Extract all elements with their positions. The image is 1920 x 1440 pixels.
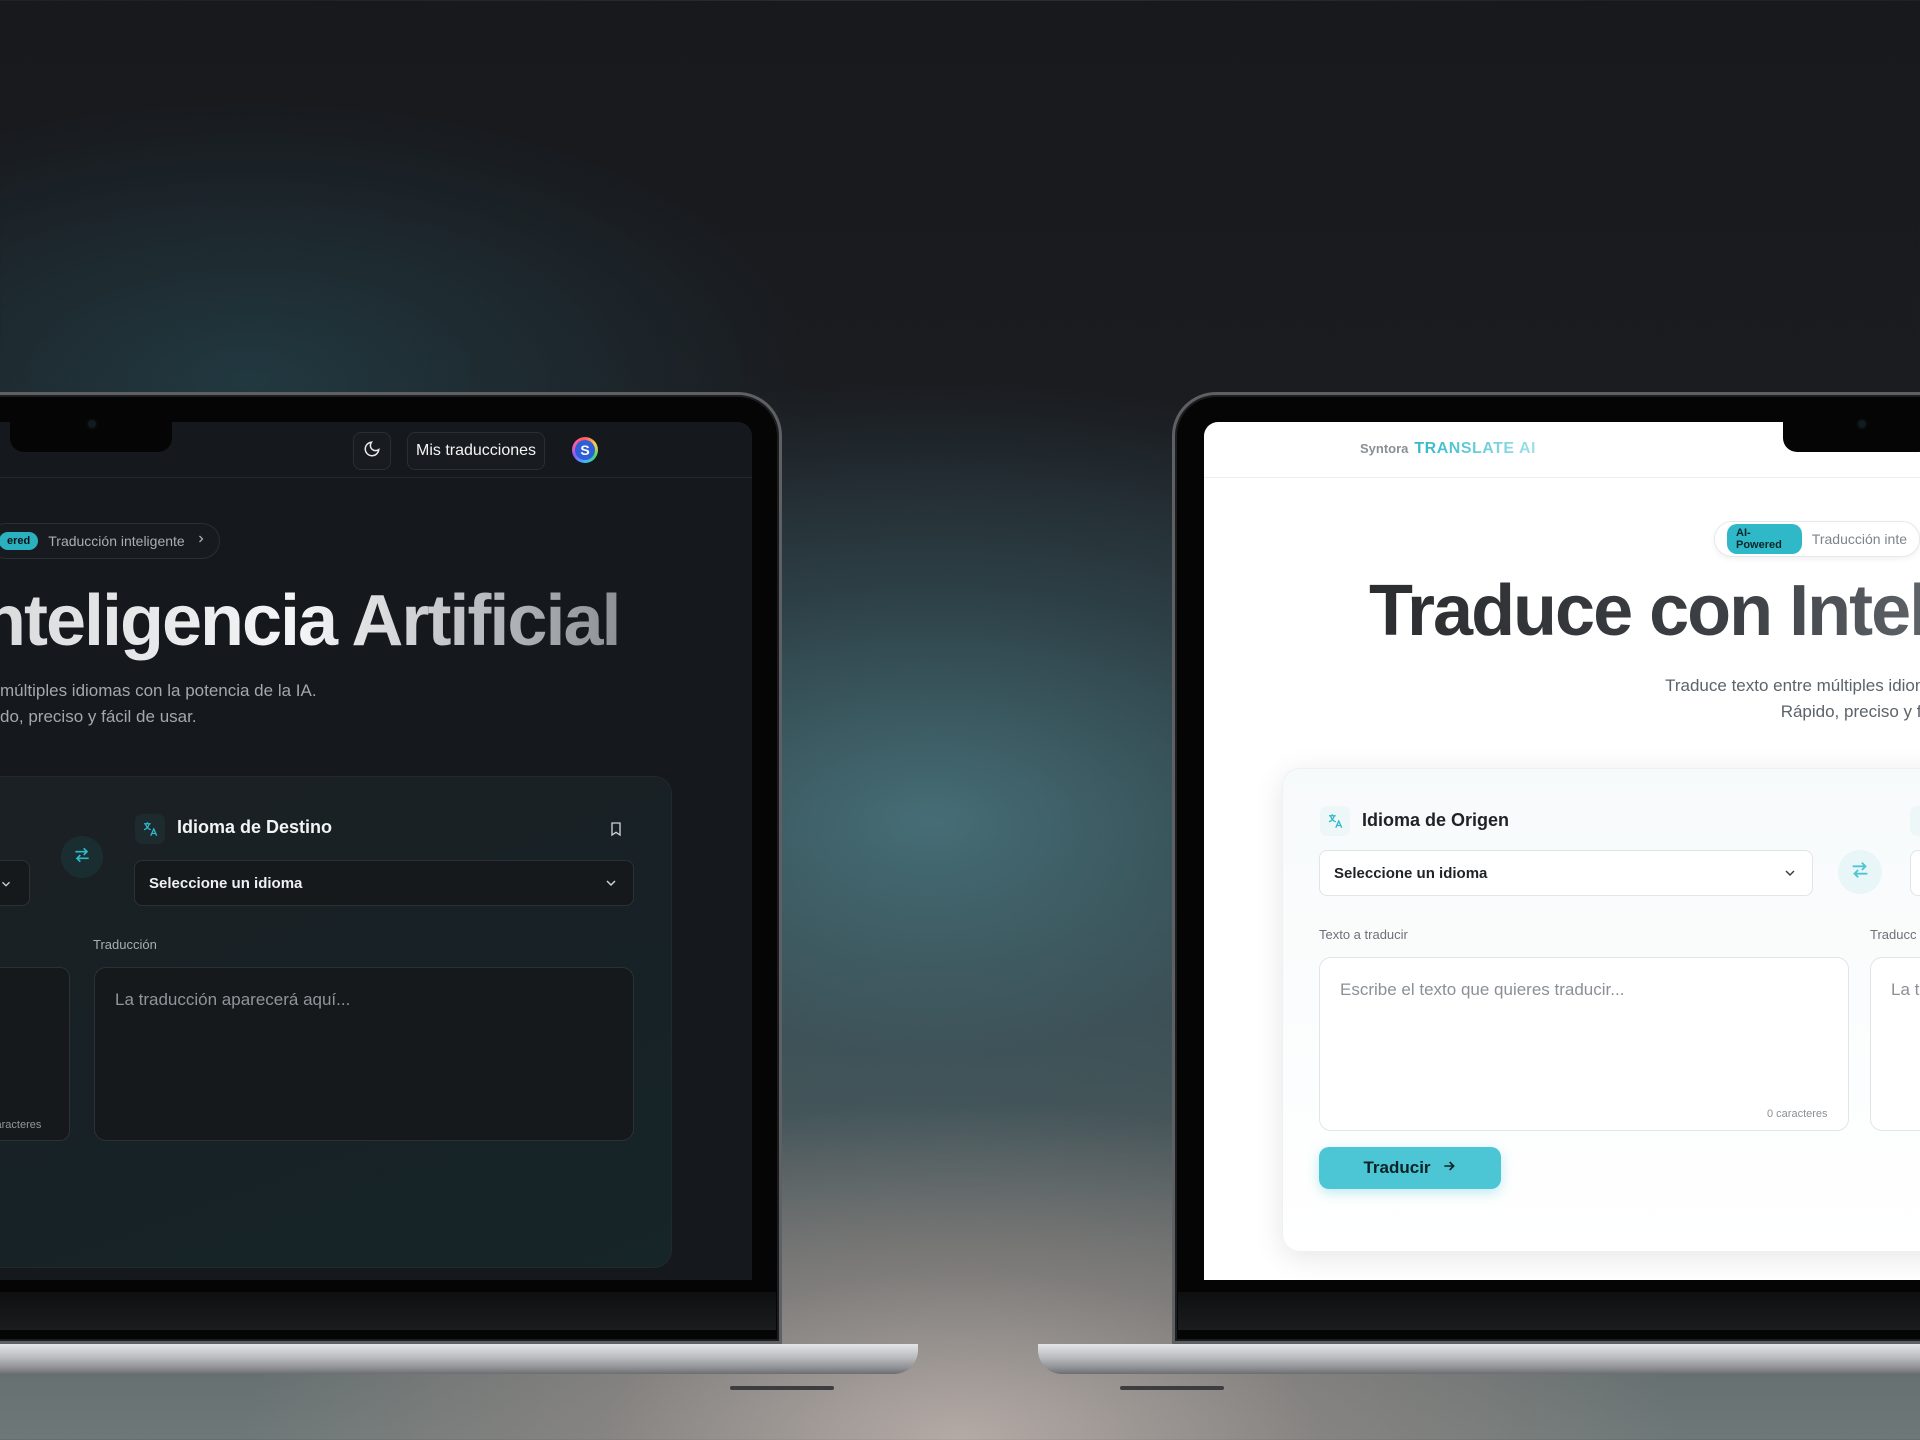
page-subtitle: Traduce texto entre múltiples idiomas Rá… <box>1665 676 1920 721</box>
char-count: caracteres <box>0 1119 42 1131</box>
ai-powered-tag: ered <box>0 532 39 550</box>
output-label: Traducc <box>1870 927 1917 942</box>
left-camera <box>88 420 96 428</box>
avatar[interactable]: S <box>572 437 598 463</box>
laptop-right-foot <box>1120 1386 1224 1390</box>
page-title: nteligencia Artificial <box>0 580 622 662</box>
translation-label: Traducción <box>93 937 157 952</box>
chevron-right-icon <box>195 532 207 550</box>
translate-icon <box>135 814 165 844</box>
swap-icon <box>1849 859 1871 886</box>
swap-languages-button[interactable] <box>1838 850 1882 894</box>
laptop-right-base <box>1038 1344 1920 1374</box>
translation-output: La t <box>1870 957 1920 1131</box>
ai-badge-pill[interactable]: ered Traducción inteligente <box>0 523 220 559</box>
source-language-select[interactable]: Seleccione un idioma <box>1319 850 1813 896</box>
theme-toggle-button[interactable] <box>353 432 391 470</box>
product-name: TRANSLATE AI <box>1414 440 1536 457</box>
translate-icon <box>1320 806 1350 836</box>
arrow-right-icon <box>1441 1158 1457 1179</box>
target-language-select[interactable]: Seleccione un idioma <box>134 860 634 906</box>
translate-button[interactable]: Traducir <box>1319 1147 1501 1189</box>
source-text-input[interactable] <box>0 967 70 1141</box>
laptop-left-base <box>0 1344 918 1374</box>
input-label: Texto a traducir <box>1319 927 1408 942</box>
target-language-title: Idioma de Destino <box>177 817 333 837</box>
chevron-down-icon <box>2 881 10 887</box>
badge-text: Traducción inte <box>1811 531 1907 547</box>
ai-powered-tag: AI-Powered <box>1727 524 1802 554</box>
translation-output: La traducción aparecerá aquí... <box>94 967 634 1141</box>
bookmark-icon[interactable] <box>602 815 630 843</box>
chevron-down-icon <box>606 880 616 887</box>
laptop-left-chin <box>0 1292 776 1330</box>
my-translations-button[interactable]: Mis traducciones <box>407 432 546 470</box>
source-language-select[interactable] <box>0 860 30 906</box>
swap-icon <box>72 845 92 870</box>
moon-icon <box>363 440 381 463</box>
brand-name: Syntora <box>1360 441 1409 456</box>
logo[interactable]: Syntora TRANSLATE AI <box>1360 440 1536 458</box>
page-subtitle: múltiples idiomas con la potencia de la … <box>0 681 317 726</box>
swap-languages-button[interactable] <box>61 836 103 878</box>
laptop-right-chin <box>1178 1292 1920 1330</box>
light-app-screen: Syntora TRANSLATE AI AI-Powered Traducci… <box>1204 422 1920 1280</box>
right-camera-notch <box>1783 422 1920 452</box>
badge-text: Traducción inteligente <box>48 533 185 549</box>
ai-badge-pill[interactable]: AI-Powered Traducción inte <box>1714 521 1920 557</box>
source-text-input[interactable]: Escribe el texto que quieres traducir... <box>1319 957 1849 1131</box>
target-language-icon <box>1910 806 1920 836</box>
right-camera <box>1858 420 1866 428</box>
dark-app-screen: Mis traducciones S ered Traducción intel… <box>0 422 752 1280</box>
target-language-select[interactable] <box>1910 850 1920 896</box>
source-language-title: Idioma de Origen <box>1362 810 1510 830</box>
char-count: 0 caracteres <box>1767 1108 1828 1120</box>
chevron-down-icon <box>1785 870 1795 877</box>
page-title: Traduce con Intelig <box>1369 570 1920 652</box>
laptop-left-foot <box>730 1386 834 1390</box>
